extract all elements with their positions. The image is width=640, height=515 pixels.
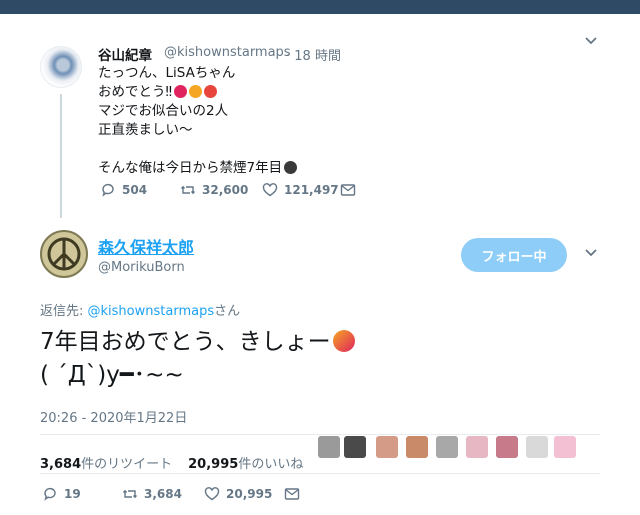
retweet-count: 32,600 — [202, 183, 249, 197]
main-tweet-text: 7年目おめでとう、きしょー ( ´Д`)y━･~~ — [40, 326, 355, 392]
parent-more-chevron-down-icon[interactable] — [584, 34, 598, 51]
reply-to-handle-link[interactable]: @kishownstarmaps — [88, 304, 215, 319]
peace-sign-icon — [47, 237, 81, 271]
divider — [40, 473, 600, 474]
message-icon — [284, 488, 300, 500]
retweet-stat-label: 件のリツイート — [81, 457, 173, 472]
parent-author-name[interactable]: 谷山紀章 — [98, 44, 152, 64]
main-text-span: 7年目おめでとう、きしょー — [40, 329, 331, 355]
reply-count: 19 — [64, 487, 81, 501]
message-icon — [340, 184, 356, 196]
parent-author-handle[interactable]: @kishownstarmaps — [164, 45, 291, 60]
parent-like-button[interactable]: 121,497 — [262, 182, 339, 198]
reply-icon — [44, 487, 56, 501]
main-text-line-1: 7年目おめでとう、きしょー — [40, 326, 355, 359]
party-popper-emoji-icon — [332, 330, 355, 352]
main-message-button[interactable] — [284, 486, 300, 502]
thread-connector — [60, 94, 62, 218]
liker-avatar[interactable] — [554, 436, 576, 458]
like-icon — [204, 487, 220, 501]
like-stat[interactable]: 20,995件のいいね — [188, 453, 303, 472]
like-stat-count: 20,995 — [188, 457, 239, 472]
liker-avatar[interactable] — [406, 436, 428, 458]
parent-text-line: おめでとう‼ — [98, 83, 218, 102]
like-stat-label: 件のいいね — [238, 457, 304, 472]
main-like-button[interactable]: 20,995 — [204, 486, 272, 502]
reply-to-line: 返信先: @kishownstarmapsさん — [40, 300, 240, 319]
liker-avatar[interactable] — [436, 436, 458, 458]
reply-icon — [102, 183, 114, 197]
main-more-chevron-down-icon[interactable] — [584, 246, 598, 263]
liker-avatar[interactable] — [496, 436, 518, 458]
main-reply-button[interactable]: 19 — [42, 486, 81, 502]
parent-retweet-button[interactable]: 32,600 — [180, 182, 248, 198]
liker-avatar[interactable] — [466, 436, 488, 458]
retweet-stat-count: 3,684 — [40, 457, 82, 472]
engagement-stats: 3,684件のリツイート 20,995件のいいね — [40, 453, 303, 472]
parent-text-line: そんな俺は今日から禁煙7年目 — [98, 159, 298, 178]
reply-to-suffix: さん — [214, 304, 241, 319]
liker-avatar[interactable] — [376, 436, 398, 458]
follow-button[interactable]: フォロー中 — [461, 238, 567, 272]
parent-reply-button[interactable]: 504 — [100, 182, 147, 198]
main-retweet-button[interactable]: 3,684 — [122, 486, 182, 502]
parent-timestamp[interactable]: · 18 時間 — [286, 45, 341, 64]
reply-count: 504 — [122, 183, 148, 197]
parent-text-span: そんな俺は今日から禁煙7年目 — [98, 160, 283, 176]
retweet-stat[interactable]: 3,684件のリツイート — [40, 453, 172, 472]
parent-avatar[interactable] — [40, 46, 82, 88]
balloon-emoji-icon — [204, 85, 218, 98]
liker-avatar[interactable] — [318, 436, 340, 458]
retweet-count: 3,684 — [144, 487, 182, 501]
parent-text-line: 正直羨ましい〜 — [98, 122, 193, 138]
retweet-icon — [180, 185, 196, 195]
parent-text-span: おめでとう‼ — [98, 84, 173, 100]
main-timestamp[interactable]: 20:26 - 2020年1月22日 — [40, 407, 187, 426]
parent-message-button[interactable] — [340, 182, 356, 198]
tweet-card: 谷山紀章 @kishownstarmaps · 18 時間 たっつん、LiSAち… — [0, 14, 640, 515]
no-smoking-emoji-icon — [284, 161, 298, 174]
main-text-line-2: ( ´Д`)y━･~~ — [40, 362, 184, 388]
main-author-handle[interactable]: @MorikuBorn — [98, 260, 185, 275]
liker-avatar[interactable] — [344, 436, 366, 458]
reply-to-prefix: 返信先: — [40, 304, 88, 319]
party-emoji-icon — [189, 85, 203, 98]
celebration-emoji-icon — [174, 85, 188, 98]
main-author-name[interactable]: 森久保祥太郎 — [98, 234, 194, 258]
liker-avatars — [318, 436, 580, 460]
like-count: 121,497 — [284, 183, 339, 197]
liker-avatar[interactable] — [526, 436, 548, 458]
parent-text-line: マジでお似合いの2人 — [98, 103, 229, 119]
main-avatar[interactable] — [40, 230, 88, 278]
divider — [40, 434, 600, 435]
like-icon — [262, 183, 278, 197]
retweet-icon — [122, 489, 138, 499]
parent-text-line: たっつん、LiSAちゃん — [98, 65, 236, 81]
like-count: 20,995 — [226, 487, 273, 501]
